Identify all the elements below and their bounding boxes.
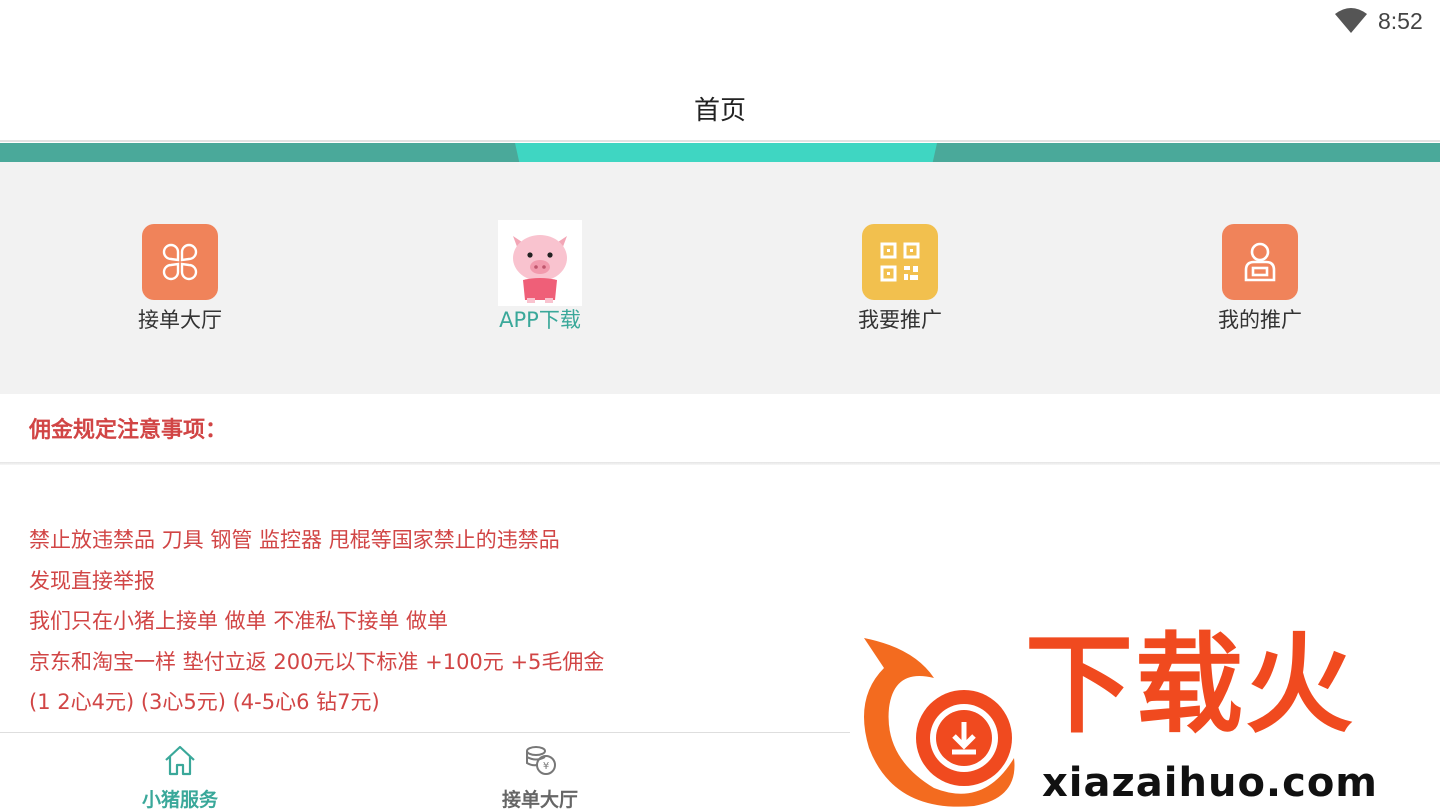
watermark-domain: xiazaihuo.com (1042, 760, 1378, 806)
menu-grid: 接单大厅 APP下载 我要推广 我的推广 (0, 162, 1440, 394)
pig-icon (498, 220, 582, 306)
nav-label-piggy-service: 小猪服务 (141, 789, 218, 810)
clover-icon (142, 224, 218, 300)
banner-highlight (515, 143, 937, 162)
app-screen: 8:52 首页 接单大厅 APP下载 我要推广 我的推广 佣金规定注意事项： 禁… (0, 0, 1440, 810)
banner-strip[interactable] (0, 143, 1440, 162)
flame-logo-icon (864, 638, 1015, 807)
notice-body: 禁止放违禁品 刀具 钢管 监控器 甩棍等国家禁止的违禁品 发现直接举报 我们只在… (29, 520, 829, 723)
menu-item-promote[interactable]: 我要推广 (800, 220, 1000, 340)
menu-item-order-hall[interactable]: 接单大厅 (80, 220, 280, 340)
nav-label-order-hall: 接单大厅 (501, 789, 578, 810)
menu-item-app-download[interactable]: APP下载 (440, 220, 640, 340)
status-time: 8:52 (1378, 8, 1423, 34)
menu-label-my-promotion: 我的推广 (1218, 308, 1302, 332)
wifi-icon (1335, 8, 1367, 33)
notice-line: (1 2心4元) (3心5元) (4-5心6 钻7元) (29, 690, 380, 714)
header: 首页 (0, 44, 1440, 140)
nav-tab-order-hall[interactable]: ¥ 接单大厅 (450, 733, 630, 810)
menu-label-promote: 我要推广 (858, 308, 942, 332)
watermark-logo: 下载火 xiazaihuo.com (850, 622, 1440, 810)
notice-line: 京东和淘宝一样 垫付立返 200元以下标准 +100元 +5毛佣金 (29, 649, 605, 674)
page-title: 首页 (693, 96, 746, 126)
svg-text:¥: ¥ (543, 761, 549, 772)
user-icon (1222, 224, 1298, 300)
home-icon (165, 745, 195, 776)
notice-divider (0, 462, 1440, 465)
notice-title: 佣金规定注意事项： (29, 418, 228, 443)
notice-header: 佣金规定注意事项： (0, 394, 1440, 464)
coins-icon: ¥ (526, 746, 556, 775)
header-divider (0, 140, 1440, 142)
nav-tab-piggy-service[interactable]: 小猪服务 (90, 733, 270, 810)
qrcode-icon (862, 224, 938, 300)
notice-line: 发现直接举报 (29, 568, 155, 593)
menu-label-order-hall: 接单大厅 (138, 308, 222, 332)
menu-label-app-download: APP下载 (499, 308, 581, 332)
status-bar: 8:52 (0, 0, 1440, 44)
menu-item-my-promotion[interactable]: 我的推广 (1160, 220, 1360, 340)
notice-line: 我们只在小猪上接单 做单 不准私下接单 做单 (29, 609, 449, 633)
watermark-text: 下载火 (1025, 623, 1356, 748)
notice-line: 禁止放违禁品 刀具 钢管 监控器 甩棍等国家禁止的违禁品 (29, 528, 560, 552)
